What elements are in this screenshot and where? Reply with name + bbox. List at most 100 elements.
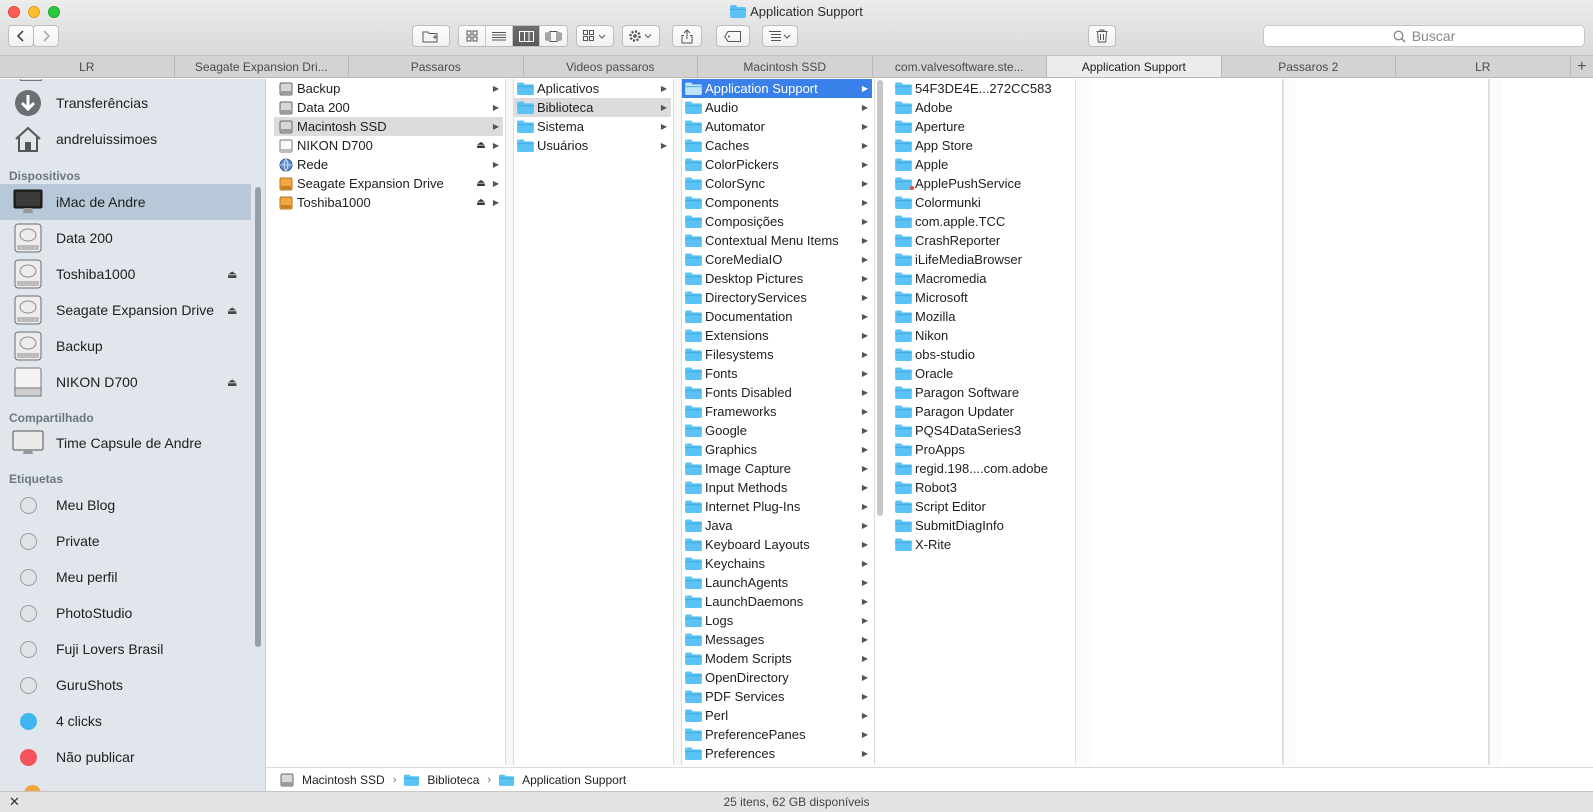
file-row[interactable]: Java ▶ <box>682 516 872 535</box>
sidebar-item[interactable]: Backup <box>0 328 251 364</box>
file-row[interactable]: Internet Plug-Ins ▶ <box>682 497 872 516</box>
search-field[interactable]: Buscar <box>1263 25 1585 47</box>
sidebar-tag-item[interactable]: 4 clicks <box>0 703 251 739</box>
close-icon[interactable]: ✕ <box>9 794 20 810</box>
tab[interactable]: LR <box>1396 56 1571 77</box>
eject-icon[interactable]: ⏏ <box>227 376 251 389</box>
file-row[interactable]: X-Rite▶ <box>892 535 1088 554</box>
eject-icon[interactable]: ⏏ <box>473 140 489 151</box>
tab[interactable]: Application Support <box>1047 56 1222 77</box>
file-row[interactable]: iLifeMediaBrowser▶ <box>892 250 1088 269</box>
sidebar-tag-item[interactable]: Fuji Lovers Brasil <box>0 631 251 667</box>
file-row[interactable]: Macintosh SSD ▶ <box>274 117 503 136</box>
eject-icon[interactable]: ⏏ <box>227 268 251 281</box>
file-row[interactable]: Apple▶ <box>892 155 1088 174</box>
action-menu-button[interactable] <box>622 25 660 47</box>
column-divider[interactable] <box>506 79 514 765</box>
file-row[interactable]: Filesystems ▶ <box>682 345 872 364</box>
cover-flow-button[interactable] <box>540 26 567 46</box>
file-row[interactable]: Contextual Menu Items ▶ <box>682 231 872 250</box>
sidebar-item[interactable]: Seagate Expansion Drive ⏏ <box>0 292 251 328</box>
file-row[interactable]: Perl ▶ <box>682 706 872 725</box>
file-row[interactable]: Paragon Software▶ <box>892 383 1088 402</box>
tab[interactable]: Passaros <box>349 56 524 77</box>
file-row[interactable]: Sistema ▶ <box>514 117 671 136</box>
file-row[interactable]: Oracle▶ <box>892 364 1088 383</box>
sidebar-tag-item[interactable]: PhotoStudio <box>0 595 251 631</box>
tab[interactable]: LR <box>0 56 175 77</box>
file-row[interactable]: Usuários ▶ <box>514 136 671 155</box>
tab[interactable]: Seagate Expansion Dri... <box>175 56 349 77</box>
file-row[interactable]: CoreMediaIO ▶ <box>682 250 872 269</box>
file-row[interactable]: SubmitDiagInfo▶ <box>892 516 1088 535</box>
column-divider[interactable] <box>1489 79 1502 765</box>
file-row[interactable]: LaunchDaemons ▶ <box>682 592 872 611</box>
arrange-button[interactable] <box>576 25 614 47</box>
tab[interactable]: Passaros 2 <box>1222 56 1396 77</box>
file-row[interactable]: DirectoryServices ▶ <box>682 288 872 307</box>
eject-icon[interactable]: ⏏ <box>473 197 489 208</box>
sidebar-item[interactable]: Data 200 <box>0 220 251 256</box>
path-segment[interactable]: Macintosh SSD <box>280 773 385 787</box>
icon-view-button[interactable] <box>459 26 486 46</box>
tab[interactable]: Videos passaros <box>524 56 698 77</box>
forward-button[interactable] <box>33 25 59 47</box>
file-row[interactable]: Graphics ▶ <box>682 440 872 459</box>
new-folder-button[interactable] <box>412 25 450 47</box>
column-divider[interactable] <box>1075 79 1091 765</box>
tab[interactable]: Macintosh SSD <box>698 56 873 77</box>
trash-button[interactable] <box>1088 25 1116 47</box>
file-row[interactable]: Backup ▶ <box>274 79 503 98</box>
sidebar-item[interactable]: Time Capsule de Andre <box>0 425 251 461</box>
file-row[interactable]: Nikon▶ <box>892 326 1088 345</box>
eject-icon[interactable]: ⏏ <box>473 178 489 189</box>
column-scrollbar[interactable] <box>877 80 883 516</box>
file-row[interactable]: Microsoft▶ <box>892 288 1088 307</box>
sidebar-tag-item[interactable]: Private <box>0 523 251 559</box>
sidebar-item[interactable]: NIKON D700 ⏏ <box>0 364 251 400</box>
file-row[interactable]: Colormunki▶ <box>892 193 1088 212</box>
list-view-button[interactable] <box>486 26 513 46</box>
sidebar-tag-item[interactable]: Não publicar <box>0 739 251 775</box>
file-row[interactable]: App Store▶ <box>892 136 1088 155</box>
file-row[interactable]: Modem Scripts ▶ <box>682 649 872 668</box>
sidebar-scrollbar[interactable] <box>255 187 261 647</box>
file-row[interactable]: CrashReporter▶ <box>892 231 1088 250</box>
file-row[interactable]: Google ▶ <box>682 421 872 440</box>
file-row[interactable]: PreferencePanes ▶ <box>682 725 872 744</box>
path-segment[interactable]: Application Support <box>499 773 626 787</box>
view-mode-control[interactable] <box>458 25 568 47</box>
file-row[interactable]: Fonts Disabled ▶ <box>682 383 872 402</box>
back-button[interactable] <box>8 25 34 47</box>
share-button[interactable] <box>672 25 702 47</box>
file-row[interactable]: Composições ▶ <box>682 212 872 231</box>
file-row[interactable]: regid.198....com.adobe▶ <box>892 459 1088 478</box>
file-row[interactable]: Script Editor▶ <box>892 497 1088 516</box>
file-row[interactable]: Keyboard Layouts ▶ <box>682 535 872 554</box>
file-row[interactable]: ProApps▶ <box>892 440 1088 459</box>
sidebar-item[interactable]: Toshiba1000 ⏏ <box>0 256 251 292</box>
column-view-button[interactable] <box>513 26 540 46</box>
file-row[interactable]: Seagate Expansion Drive ⏏ ▶ <box>274 174 503 193</box>
file-row[interactable]: Toshiba1000 ⏏ ▶ <box>274 193 503 212</box>
column-divider[interactable] <box>674 79 682 765</box>
file-row[interactable]: Logs ▶ <box>682 611 872 630</box>
file-row[interactable]: ApplePushService <box>892 174 1088 193</box>
sidebar-item[interactable]: iMac de Andre <box>0 184 251 220</box>
file-row[interactable]: 54F3DE4E...272CC583▶ <box>892 79 1088 98</box>
file-row[interactable]: Automator ▶ <box>682 117 872 136</box>
file-row[interactable]: obs-studio▶ <box>892 345 1088 364</box>
sidebar-tag-item[interactable]: Meu Blog <box>0 487 251 523</box>
file-row[interactable]: LaunchAgents ▶ <box>682 573 872 592</box>
file-row[interactable]: Robot3▶ <box>892 478 1088 497</box>
file-row[interactable]: PDF Services ▶ <box>682 687 872 706</box>
file-row[interactable]: Aplicativos ▶ <box>514 79 671 98</box>
file-row[interactable]: Biblioteca ▶ <box>514 98 671 117</box>
column-divider[interactable] <box>1283 79 1296 765</box>
file-row[interactable]: Application Support ▶ <box>682 79 872 98</box>
file-row[interactable]: Audio ▶ <box>682 98 872 117</box>
view-options-button[interactable] <box>762 25 798 47</box>
file-row[interactable]: Fonts ▶ <box>682 364 872 383</box>
file-row[interactable]: Components ▶ <box>682 193 872 212</box>
file-row[interactable]: Frameworks ▶ <box>682 402 872 421</box>
